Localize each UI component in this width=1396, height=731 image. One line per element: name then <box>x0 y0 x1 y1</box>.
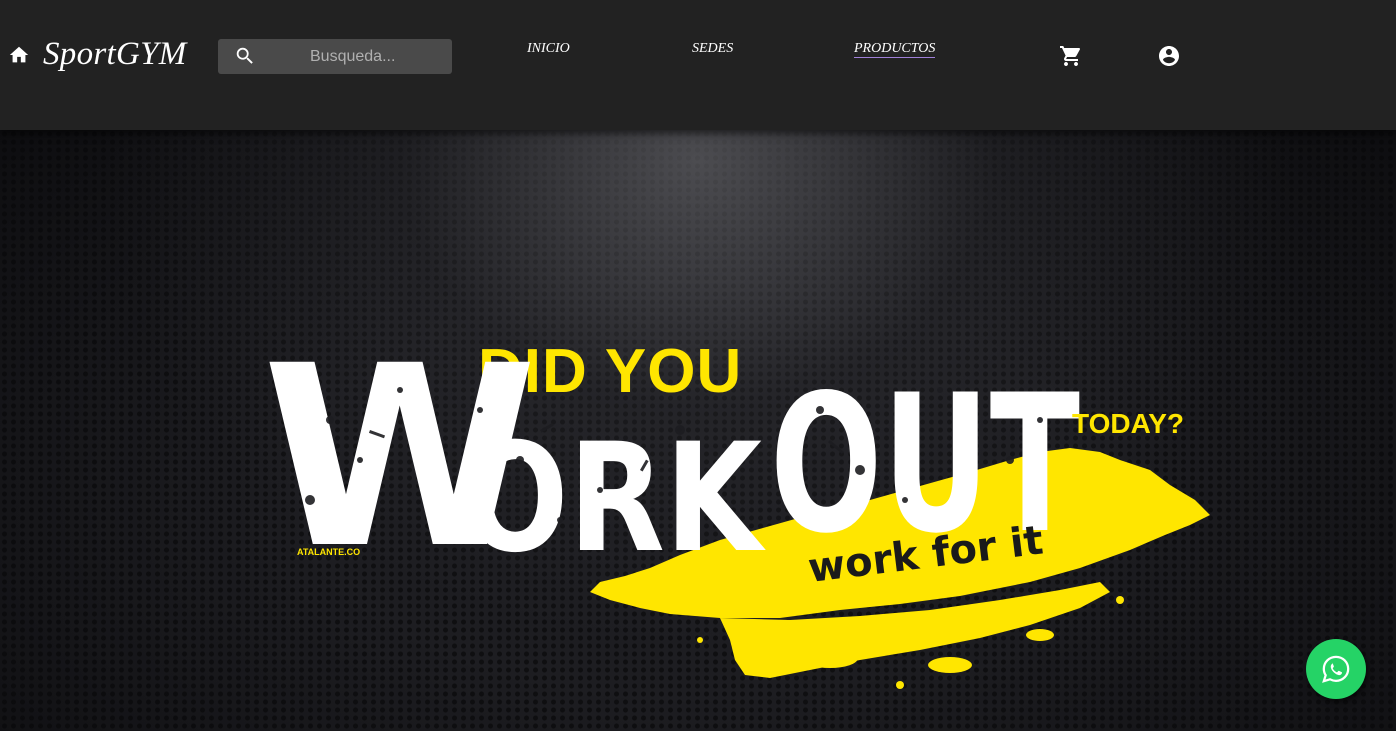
brand-logo[interactable]: SportGYM <box>43 36 187 73</box>
today-text: TODAY? <box>1072 408 1184 439</box>
search-input[interactable] <box>274 39 444 74</box>
whatsapp-button[interactable] <box>1306 639 1366 699</box>
workout-poster: DID YOU W ORK OUT TODAY? work for it ATA… <box>262 312 1210 689</box>
top-navbar: SportGYM INICIO SEDES PRODUCTOS <box>0 0 1396 130</box>
atalante-credit: ATALANTE.CO <box>297 547 360 557</box>
account-circle-icon[interactable] <box>1157 44 1181 68</box>
search-bar <box>218 39 452 74</box>
hero-banner: DID YOU W ORK OUT TODAY? work for it ATA… <box>0 130 1396 731</box>
big-ork-text: ORK <box>462 412 766 586</box>
home-icon[interactable] <box>8 44 30 66</box>
shopping-cart-icon[interactable] <box>1059 44 1083 68</box>
whatsapp-icon <box>1322 655 1350 683</box>
nav-link-inicio[interactable]: INICIO <box>527 41 570 57</box>
nav-link-productos[interactable]: PRODUCTOS <box>854 41 936 58</box>
search-icon[interactable] <box>234 45 256 67</box>
nav-link-sedes[interactable]: SEDES <box>692 41 733 57</box>
